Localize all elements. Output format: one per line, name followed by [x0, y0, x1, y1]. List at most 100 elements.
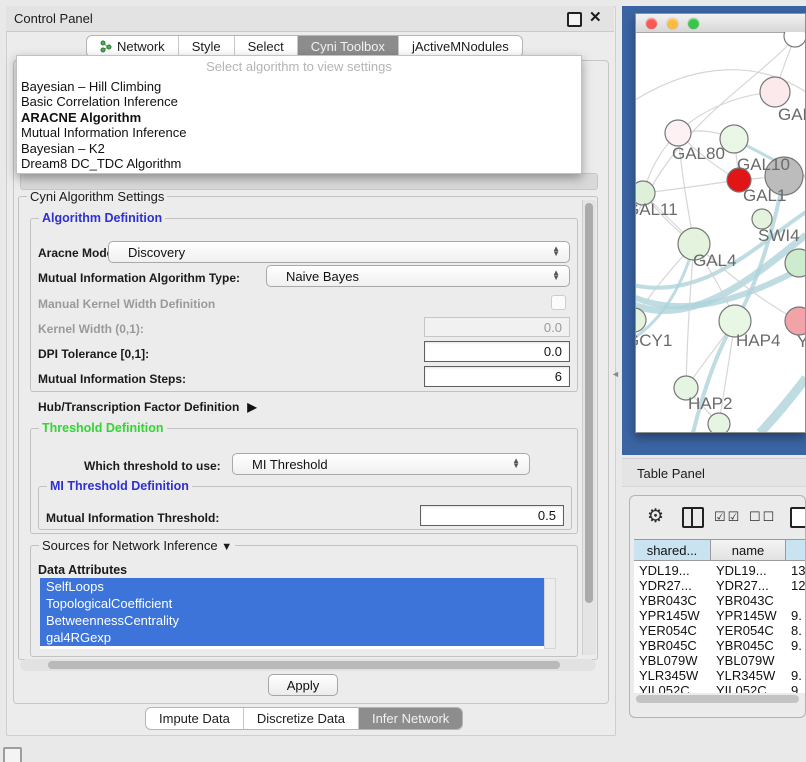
table-cell: YBR043C	[716, 593, 785, 608]
attributes-list-scrollbar[interactable]	[544, 578, 556, 649]
attribute-item[interactable]: TopologicalCoefficient	[40, 595, 544, 612]
node-partial-top[interactable]	[784, 32, 805, 47]
node-bottom-cut[interactable]	[708, 413, 730, 432]
scrollbar-thumb[interactable]	[48, 661, 560, 669]
aracne-mode-select[interactable]: Discovery ▲▼	[108, 241, 570, 263]
zoom-traffic-light[interactable]	[688, 18, 699, 29]
close-icon[interactable]: ✕	[589, 8, 602, 26]
mi-algorithm-type-label: Mutual Information Algorithm Type:	[38, 271, 240, 285]
expand-right-icon[interactable]: ▶	[247, 400, 256, 414]
manual-kernel-width-checkbox[interactable]	[551, 295, 566, 310]
settings-vertical-scrollbar[interactable]	[582, 200, 596, 655]
table-row[interactable]: YBL079WYBL079W	[634, 653, 806, 668]
algorithm-option[interactable]: Dream8 DC_TDC Algorithm	[17, 156, 581, 171]
spinner-arrows-icon: ▲▼	[552, 271, 560, 281]
mi-steps-field[interactable]: 6	[424, 366, 570, 387]
network-window[interactable]: GALGAL80GAL10GAL1GAL11SWI4GAL4GCY1HAP4YH…	[635, 13, 806, 433]
network-edge[interactable]	[760, 378, 805, 432]
network-canvas[interactable]: GALGAL80GAL10GAL1GAL11SWI4GAL4GCY1HAP4YH…	[636, 32, 805, 432]
table-row[interactable]: YER054CYER054C8.	[634, 623, 806, 638]
network-edge[interactable]	[643, 180, 739, 193]
table-cell: 13	[791, 563, 806, 578]
node-right-pink[interactable]	[785, 307, 805, 335]
table-cell: YBR045C	[639, 638, 710, 653]
tab-infer-network[interactable]: Infer Network	[358, 708, 462, 729]
manual-kernel-width-label: Manual Kernel Width Definition	[38, 297, 215, 311]
column-partial-icon[interactable]	[790, 507, 806, 528]
table-cell: YER054C	[639, 623, 710, 638]
float-window-icon[interactable]	[567, 12, 582, 27]
minimize-traffic-light[interactable]	[667, 18, 678, 29]
table-row[interactable]: YBR045CYBR045C9.	[634, 638, 806, 653]
node-label: HAP4	[736, 331, 780, 350]
tab-network[interactable]: Network	[87, 36, 178, 57]
hub-definition-toggle[interactable]: Hub/Transcription Factor Definition▶	[38, 400, 257, 414]
table-row[interactable]: YBR043CYBR043C	[634, 593, 806, 608]
node-gal80[interactable]	[665, 120, 691, 146]
spinner-arrows-icon: ▲▼	[512, 459, 520, 469]
attribute-item[interactable]: gal4RGexp	[40, 629, 544, 646]
tab-jactivemnodules[interactable]: jActiveMNodules	[398, 36, 522, 57]
which-threshold-select[interactable]: MI Threshold ▲▼	[232, 453, 530, 475]
table-row[interactable]: YLR345WYLR345W9.	[634, 668, 806, 683]
table-row[interactable]: YDL19...YDL19...13	[634, 563, 806, 578]
attribute-item[interactable]: SelfLoops	[40, 578, 544, 595]
scrollbar-thumb[interactable]	[585, 203, 593, 603]
network-edge[interactable]	[636, 245, 694, 345]
table-panel: ⚙ ☑☑ ☐☐ shared...name YDL19...YDL19...13…	[629, 495, 806, 718]
table-row[interactable]: YDR27...YDR27...12	[634, 578, 806, 593]
table-cell: 8.	[791, 623, 806, 638]
algorithm-option[interactable]: Basic Correlation Inference	[17, 94, 581, 109]
tab-discretize-data[interactable]: Discretize Data	[243, 708, 358, 729]
table-cell: YBR045C	[716, 638, 785, 653]
kernel-width-field[interactable]: 0.0	[424, 317, 570, 337]
deselect-all-checkboxes-icon[interactable]: ☐☐	[749, 509, 776, 525]
settings-horizontal-scrollbar[interactable]	[20, 659, 596, 671]
tab-style[interactable]: Style	[178, 36, 234, 57]
data-attributes-list[interactable]: SelfLoopsTopologicalCoefficientBetweenne…	[40, 578, 544, 649]
collapse-down-icon[interactable]: ▼	[221, 541, 232, 553]
dpi-tolerance-field[interactable]: 0.0	[424, 341, 570, 362]
select-all-checkboxes-icon[interactable]: ☑☑	[714, 509, 741, 525]
node-label: GAL	[778, 105, 805, 124]
spinner-arrows-icon: ▲▼	[552, 247, 560, 257]
table-row[interactable]: YIL052CYIL052C9.	[634, 683, 806, 693]
column-header[interactable]	[786, 539, 806, 561]
split-columns-icon[interactable]	[682, 507, 704, 528]
close-traffic-light[interactable]	[646, 18, 657, 29]
node-label: GCY1	[636, 331, 672, 350]
tab-select[interactable]: Select	[234, 36, 297, 57]
network-window-titlebar[interactable]	[636, 14, 805, 33]
column-header[interactable]: name	[711, 539, 786, 561]
algorithm-option[interactable]: ARACNE Algorithm	[17, 110, 581, 125]
gear-icon[interactable]: ⚙	[647, 507, 664, 526]
threshold-definition-title: Threshold Definition	[39, 421, 167, 435]
attribute-item[interactable]: BetweennessCentrality	[40, 612, 544, 629]
node-gal-cut[interactable]	[760, 77, 790, 107]
dpi-tolerance-label: DPI Tolerance [0,1]:	[38, 347, 149, 361]
scrollbar-thumb[interactable]	[636, 695, 799, 703]
mi-steps-label: Mutual Information Steps:	[38, 372, 186, 386]
aracne-mode-label: Aracne Mode:	[38, 246, 117, 260]
sources-group-title[interactable]: Sources for Network Inference ▼	[39, 538, 235, 553]
node-label: SWI4	[758, 226, 800, 245]
table-cell: 9.	[791, 668, 806, 683]
column-header[interactable]: shared...	[634, 539, 711, 561]
control-panel-title: Control Panel	[14, 11, 93, 26]
apply-button[interactable]: Apply	[268, 674, 338, 696]
tab-cyni-toolbox[interactable]: Cyni Toolbox	[297, 36, 398, 57]
kernel-width-label: Kernel Width (0,1):	[38, 322, 144, 336]
table-cell: YDL19...	[716, 563, 785, 578]
algorithm-option[interactable]: Bayesian – K2	[17, 141, 581, 156]
algorithm-option[interactable]: Bayesian – Hill Climbing	[17, 79, 581, 94]
algorithm-combobox-collapsed[interactable]	[20, 173, 598, 190]
tab-impute-data[interactable]: Impute Data	[146, 708, 243, 729]
splitter-collapse-icon[interactable]: ◄	[611, 369, 620, 379]
dock-panel-icon[interactable]	[3, 747, 22, 762]
table-row[interactable]: YPR145WYPR145W9.	[634, 608, 806, 623]
table-horizontal-scrollbar[interactable]	[634, 693, 804, 705]
mi-threshold-field[interactable]: 0.5	[420, 505, 564, 526]
mi-algorithm-type-select[interactable]: Naive Bayes ▲▼	[266, 265, 570, 287]
mi-threshold-label: Mutual Information Threshold:	[46, 511, 219, 525]
algorithm-option[interactable]: Mutual Information Inference	[17, 125, 581, 140]
